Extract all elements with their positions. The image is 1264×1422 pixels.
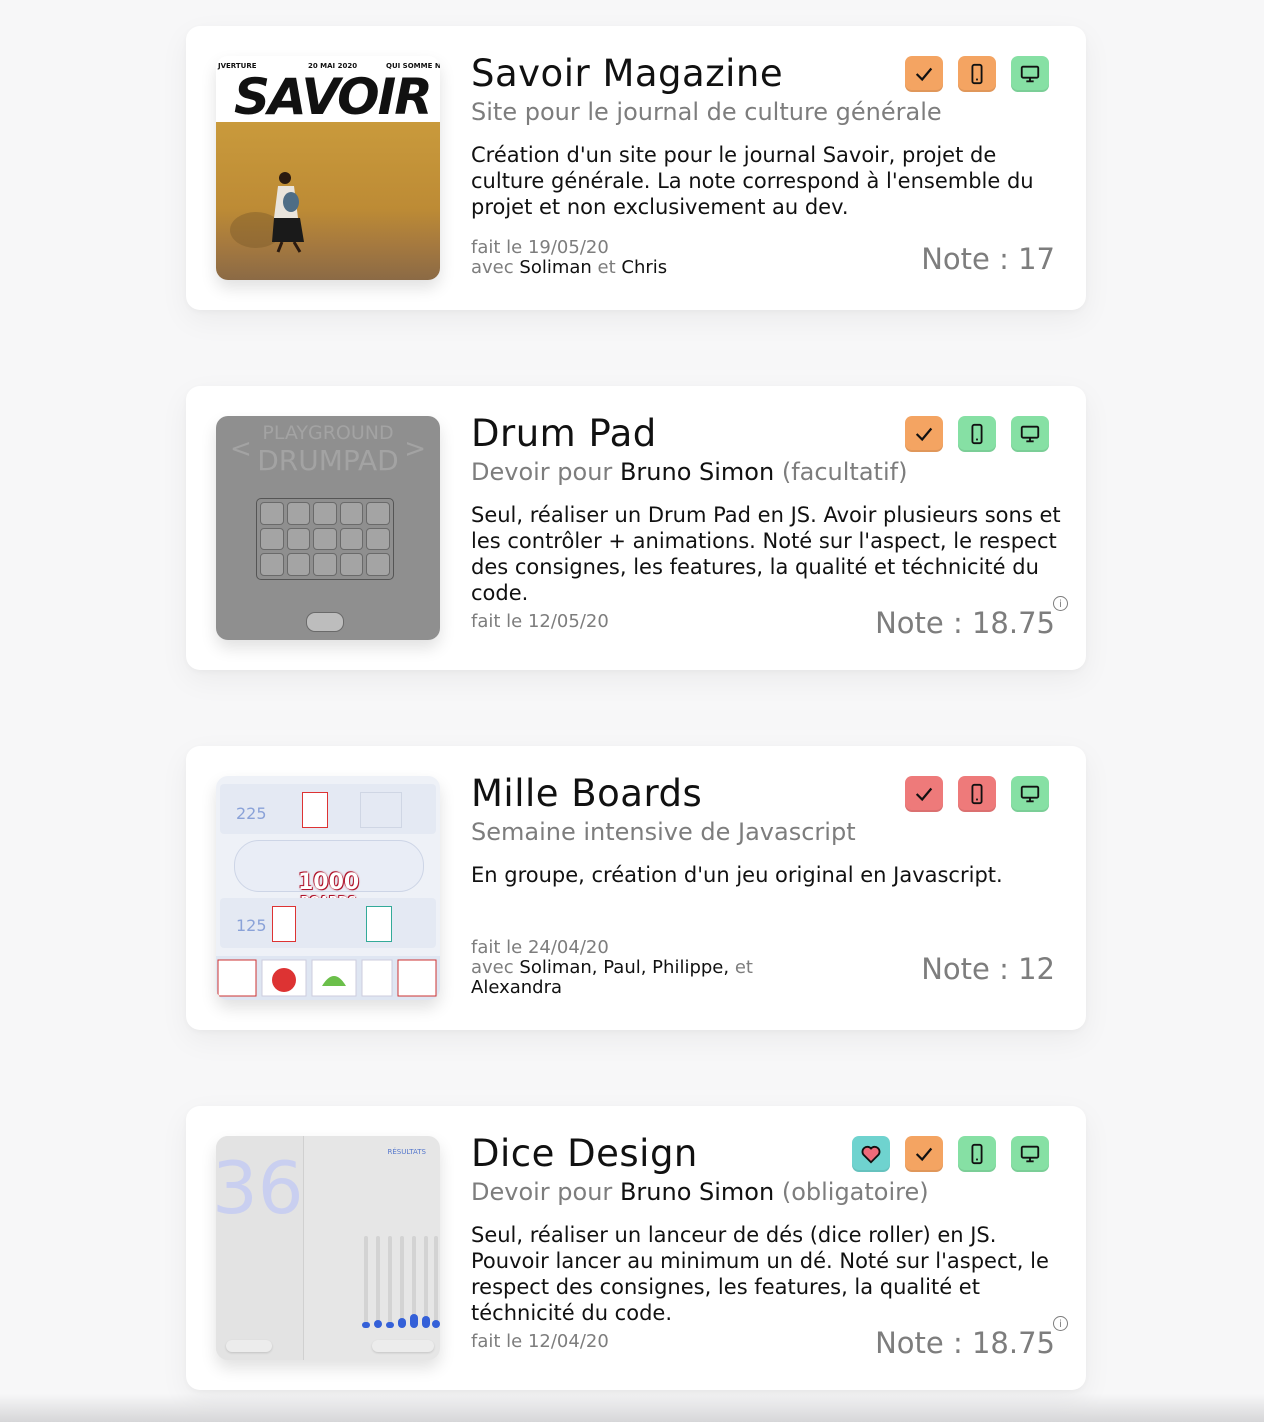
results-heading: RÉSULTATS [387,1148,427,1156]
subtitle-suffix: (facultatif) [781,458,908,486]
subtitle-suffix: (obligatoire) [781,1178,929,1206]
phone-icon [958,416,996,452]
card-strip [216,956,440,1000]
phone-icon [958,1136,996,1172]
badge-row [905,56,1049,92]
info-icon[interactable]: i [1053,1316,1068,1331]
game-board-row: 125 [220,898,436,948]
with-label: avec [471,257,514,278]
collaborator-names: Alexandra [471,977,563,998]
project-subtitle: Devoir pour Bruno Simon (facultatif) [471,458,907,486]
project-title: Drum Pad [471,412,657,455]
project-card-savoir[interactable]: JVERTURE 20 MAI 2020 QUI SOMME N SAVOIR … [186,26,1086,310]
collaborator-names: Soliman, Paul, Philippe, [519,957,730,978]
project-grade: Note : 18.75 [875,1326,1055,1360]
project-description: Seul, réaliser un lanceur de dés (dice r… [471,1223,1049,1325]
project-thumbnail[interactable]: 36 RÉSULTATS [216,1136,440,1360]
desktop-icon [1011,56,1049,92]
check-icon [905,1136,943,1172]
project-grade: Note : 18.75 [875,606,1055,640]
project-card-drumpad[interactable]: < > PLAYGROUND DRUMPAD Drum Pad Devoir p… [186,386,1086,670]
project-card-milleboards[interactable]: 225 1000 BOARDS 125 Mille Boards [186,746,1086,1030]
teacher-name: Bruno Simon [619,458,775,486]
project-title: Savoir Magazine [471,52,784,95]
project-title: Dice Design [471,1132,698,1175]
walking-woman-illustration [230,172,304,253]
phone-icon [958,56,996,92]
project-thumbnail[interactable]: 225 1000 BOARDS 125 [216,776,440,1000]
desktop-icon [1011,776,1049,812]
project-date: fait le 12/04/20 [471,1331,609,1352]
project-description: Création d'un site pour le journal Savoi… [471,143,1034,219]
info-icon[interactable]: i [1053,596,1068,611]
heart-icon [852,1136,890,1172]
phone-icon [958,776,996,812]
project-date: fait le 19/05/20 [471,237,609,258]
desktop-icon [1011,1136,1049,1172]
score-number: 225 [236,804,267,823]
dice-total: 36 [216,1146,304,1230]
bottom-shadow [0,1394,1264,1422]
toggle-button-graphic [306,612,344,632]
project-grade: Note : 17 [921,242,1055,276]
badge-row [852,1136,1049,1172]
subtitle-prefix: Devoir pour [471,458,613,486]
project-meta: fait le 12/04/20 [471,1332,801,1352]
project-subtitle: Site pour le journal de culture générale [471,98,942,126]
check-icon [905,776,943,812]
cover-photo [216,122,440,280]
game-board-row: 225 [220,784,436,834]
conjunction: et [597,257,616,278]
magazine-header: JVERTURE 20 MAI 2020 QUI SOMME N SAVOIR [216,56,440,126]
conjunction: et [734,957,753,978]
badge-row [905,776,1049,812]
check-icon [905,416,943,452]
logo-line: 1000 [298,870,360,895]
subtitle-prefix: Devoir pour [471,1178,613,1206]
project-date: fait le 24/04/20 [471,937,609,958]
project-title: Mille Boards [471,772,703,815]
project-thumbnail[interactable]: JVERTURE 20 MAI 2020 QUI SOMME N SAVOIR [216,56,440,280]
project-card-dicedesign[interactable]: 36 RÉSULTATS Dice Design Devoir pour Bru… [186,1106,1086,1390]
thumb-heading: DRUMPAD [257,444,399,477]
project-subtitle: Semaine intensive de Javascript [471,818,856,846]
project-grade: Note : 12 [921,952,1055,986]
with-label: avec [471,957,514,978]
project-meta: fait le 24/04/20 avec Soliman, Paul, Phi… [471,938,801,998]
magazine-masthead: SAVOIR [234,68,433,126]
project-subtitle: Devoir pour Bruno Simon (obligatoire) [471,1178,929,1206]
collaborator-names: Chris [621,257,668,278]
badge-row [905,416,1049,452]
project-meta: fait le 12/05/20 [471,612,801,632]
drum-pad-grid [256,498,394,580]
project-meta: fait le 19/05/20 avec Soliman et Chris [471,238,801,278]
teacher-name: Bruno Simon [619,1178,775,1206]
desktop-icon [1011,416,1049,452]
check-icon [905,56,943,92]
project-collaborators: avec Soliman et Chris [471,258,801,278]
thumb-heading: PLAYGROUND [262,422,394,444]
project-collaborators: avec Soliman, Paul, Philippe, et Alexand… [471,958,801,998]
project-description: En groupe, création d'un jeu original en… [471,863,1003,887]
project-thumbnail[interactable]: < > PLAYGROUND DRUMPAD [216,416,440,640]
project-description: Seul, réaliser un Drum Pad en JS. Avoir … [471,503,1061,605]
project-date: fait le 12/05/20 [471,611,609,632]
score-number: 125 [236,916,267,935]
collaborator-names: Soliman [519,257,592,278]
